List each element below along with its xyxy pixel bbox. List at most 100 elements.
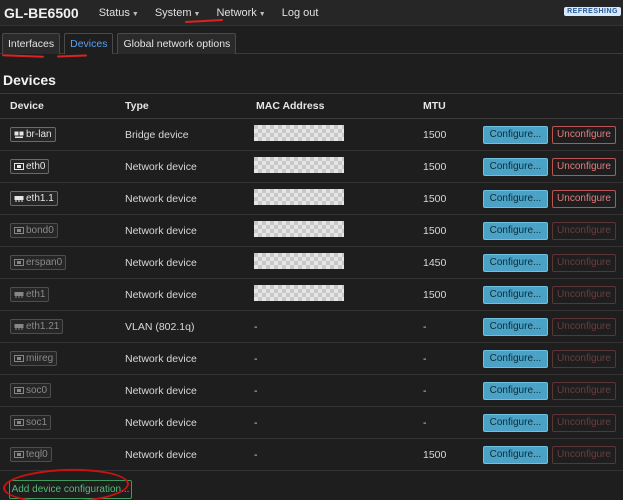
unconfigure-button[interactable]: Unconfigure	[552, 189, 616, 208]
mtu-value: -	[423, 384, 427, 397]
device-cell: soc0	[0, 383, 125, 398]
device-cell: eth0	[0, 159, 125, 174]
device-type: Network device	[125, 192, 197, 205]
mac-cell	[245, 285, 423, 304]
device-badge[interactable]: soc0	[10, 383, 52, 398]
tab-global-network-options[interactable]: Global network options	[117, 33, 237, 54]
table-row: erspan0 Network device 1450 Configure... Unc…	[0, 247, 623, 279]
device-type: Network device	[125, 448, 197, 461]
device-badge[interactable]: teql0	[10, 447, 52, 462]
device-cell: erspan0	[0, 255, 125, 270]
device-type: Network device	[125, 416, 197, 429]
unconfigure-button[interactable]: Unconfigure	[552, 221, 616, 240]
configure-button[interactable]: Configure...	[483, 253, 548, 272]
redacted-mac-address	[254, 285, 344, 301]
configure-button[interactable]: Configure...	[483, 221, 548, 240]
page-title: Devices	[3, 72, 56, 88]
menu-logout[interactable]: Log out	[282, 7, 319, 19]
configure-button[interactable]: Configure...	[483, 445, 548, 464]
device-name: miireg	[26, 353, 54, 364]
switch-icon	[14, 323, 24, 331]
actions-cell: Configure... Unconfigure	[483, 221, 623, 240]
device-badge[interactable]: soc1	[10, 415, 52, 430]
add-device-configuration-button[interactable]: Add device configuration...	[9, 480, 132, 499]
table-row: eth1.21 VLAN (802.1q) - - Configure... Unconf…	[0, 311, 623, 343]
actions-cell: Configure... Unconfigure	[483, 253, 623, 272]
device-badge[interactable]: miireg	[10, 351, 58, 366]
device-cell: bond0	[0, 223, 125, 238]
table-row: eth1 Network device 1500 Configure... Unconf…	[0, 279, 623, 311]
chevron-down-icon: ▼	[193, 10, 201, 18]
redacted-mac-address	[254, 157, 344, 173]
configure-button[interactable]: Configure...	[483, 125, 548, 144]
unconfigure-button[interactable]: Unconfigure	[552, 253, 616, 272]
device-type: Network device	[125, 288, 197, 301]
device-name: soc1	[26, 417, 48, 428]
unconfigure-button[interactable]: Unconfigure	[552, 125, 616, 144]
device-name: eth1	[26, 289, 46, 300]
menu-status[interactable]: Status ▼	[99, 7, 139, 19]
mac-cell	[245, 253, 423, 272]
device-badge[interactable]: eth0	[10, 159, 50, 174]
device-name: eth1.21	[26, 321, 60, 332]
menu-system[interactable]: System ▼	[155, 7, 201, 19]
menu-network[interactable]: Network ▼	[216, 7, 265, 19]
device-cell: br-lan	[0, 127, 125, 142]
ethernet-port-icon	[14, 226, 24, 235]
configure-button[interactable]: Configure...	[483, 349, 548, 368]
mac-address: -	[254, 448, 258, 461]
unconfigure-button[interactable]: Unconfigure	[552, 381, 616, 400]
unconfigure-button[interactable]: Unconfigure	[552, 413, 616, 432]
tab-devices[interactable]: Devices	[64, 33, 114, 54]
mac-cell: -	[245, 321, 423, 333]
unconfigure-button[interactable]: Unconfigure	[552, 445, 616, 464]
top-navbar: GL-BE6500 Status ▼ System ▼ Network ▼ Log o…	[0, 0, 623, 26]
device-type: Network device	[125, 384, 197, 397]
configure-button[interactable]: Configure...	[483, 381, 548, 400]
main-menu: Status ▼ System ▼ Network ▼ Log out	[99, 7, 319, 19]
mtu-value: 1500	[423, 192, 447, 205]
ethernet-port-icon	[14, 354, 24, 363]
device-cell: eth1	[0, 287, 125, 302]
device-badge[interactable]: eth1	[10, 287, 50, 302]
mac-address: -	[254, 320, 258, 333]
configure-button[interactable]: Configure...	[483, 189, 548, 208]
mac-cell: -	[245, 417, 423, 429]
device-badge[interactable]: eth1.1	[10, 191, 58, 206]
actions-cell: Configure... Unconfigure	[483, 157, 623, 176]
device-name: br-lan	[26, 129, 52, 140]
device-name: teql0	[26, 449, 48, 460]
table-row: eth0 Network device 1500 Configure... Unconf…	[0, 151, 623, 183]
bridge-icon	[14, 131, 24, 139]
tab-interfaces[interactable]: Interfaces	[2, 33, 61, 54]
table-row: br-lan Bridge device 1500 Configure... Uncon…	[0, 119, 623, 151]
device-badge[interactable]: erspan0	[10, 255, 67, 270]
ethernet-port-icon	[14, 386, 24, 395]
redacted-mac-address	[254, 125, 344, 141]
device-badge[interactable]: eth1.21	[10, 319, 64, 334]
redacted-mac-address	[254, 253, 344, 269]
unconfigure-button[interactable]: Unconfigure	[552, 157, 616, 176]
table-row: eth1.1 Network device 1500 Configure... Unco…	[0, 183, 623, 215]
configure-button[interactable]: Configure...	[483, 157, 548, 176]
device-cell: miireg	[0, 351, 125, 366]
brand-title[interactable]: GL-BE6500	[4, 5, 79, 21]
mtu-value: 1500	[423, 224, 447, 237]
mtu-value: 1450	[423, 256, 447, 269]
ethernet-port-icon	[14, 450, 24, 459]
unconfigure-button[interactable]: Unconfigure	[552, 349, 616, 368]
mac-address: -	[254, 352, 258, 365]
mac-cell	[245, 125, 423, 144]
configure-button[interactable]: Configure...	[483, 285, 548, 304]
unconfigure-button[interactable]: Unconfigure	[552, 317, 616, 336]
device-badge[interactable]: br-lan	[10, 127, 56, 142]
device-name: erspan0	[26, 257, 63, 268]
mac-cell	[245, 189, 423, 208]
configure-button[interactable]: Configure...	[483, 317, 548, 336]
device-name: eth0	[26, 161, 46, 172]
configure-button[interactable]: Configure...	[483, 413, 548, 432]
device-type: Network device	[125, 352, 197, 365]
refreshing-badge[interactable]: REFRESHING	[564, 7, 621, 16]
device-badge[interactable]: bond0	[10, 223, 58, 238]
unconfigure-button[interactable]: Unconfigure	[552, 285, 616, 304]
